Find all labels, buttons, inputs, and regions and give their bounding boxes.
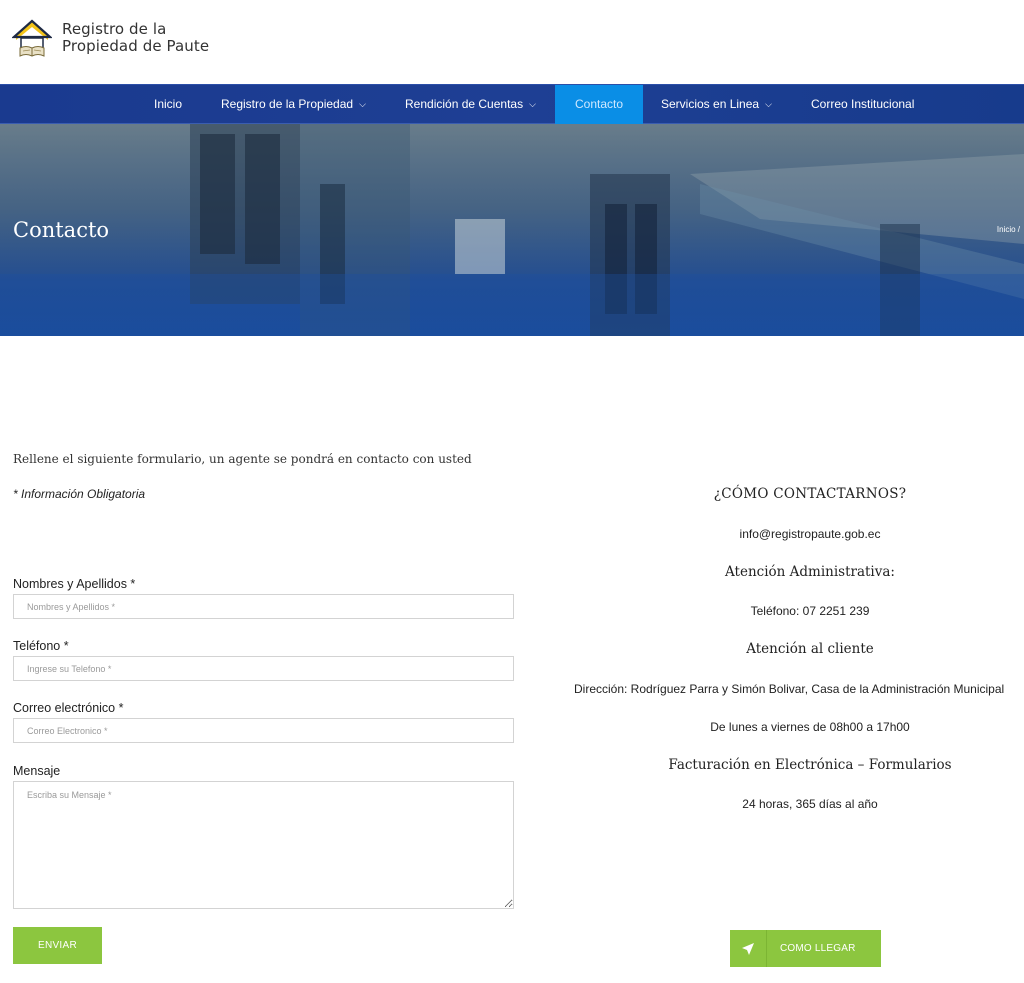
- breadcrumb[interactable]: Inicio /: [997, 225, 1020, 234]
- chevron-down-icon: ⌵: [529, 99, 536, 109]
- directions-button[interactable]: COMO LLEGAR: [730, 930, 881, 967]
- nav-item-label: Correo Institucional: [811, 97, 915, 111]
- nav-item-rendicion[interactable]: Rendición de Cuentas ⌵: [405, 85, 536, 124]
- phone-label: Teléfono *: [13, 639, 69, 653]
- name-input[interactable]: [13, 594, 514, 619]
- contact-email[interactable]: info@registropaute.gob.ec: [560, 527, 1024, 541]
- nav-item-label: Servicios en Linea: [661, 97, 760, 111]
- required-note: * Información Obligatoria: [13, 487, 146, 501]
- nav-item-label: Contacto: [575, 97, 624, 111]
- contact-address: Dirección: Rodríguez Parra y Simón Boliv…: [574, 682, 1005, 696]
- site-brand-name[interactable]: Registro de la Propiedad de Paute: [62, 21, 209, 55]
- nav-item-label: Registro de la Propiedad: [221, 97, 354, 111]
- nav-item-label: Rendición de Cuentas: [405, 97, 524, 111]
- location-arrow-icon: [730, 930, 767, 967]
- billing-hours: 24 horas, 365 días al año: [742, 797, 878, 811]
- admin-title: Atención Administrativa:: [725, 564, 895, 580]
- name-label: Nombres y Apellidos *: [13, 577, 136, 591]
- directions-button-label: COMO LLEGAR: [780, 943, 856, 954]
- page-title: Contacto: [13, 218, 110, 242]
- send-button[interactable]: ENVIAR: [13, 927, 102, 964]
- nav-item-servicios[interactable]: Servicios en Linea ⌵: [661, 85, 772, 124]
- message-textarea[interactable]: [13, 781, 514, 909]
- form-intro: Rellene el siguiente formulario, un agen…: [13, 452, 472, 466]
- nav-item-registro[interactable]: Registro de la Propiedad ⌵: [221, 85, 366, 124]
- brand-line-1: Registro de la: [62, 20, 167, 38]
- email-label: Correo electrónico *: [13, 701, 124, 715]
- message-label: Mensaje: [13, 764, 61, 778]
- contact-hours: De lunes a viernes de 08h00 a 17h00: [710, 720, 910, 734]
- nav-item-inicio[interactable]: Inicio: [154, 85, 182, 124]
- main-navigation: Inicio Registro de la Propiedad ⌵ Rendici…: [0, 84, 1024, 124]
- brand-line-2: Propiedad de Paute: [62, 37, 210, 55]
- phone-input[interactable]: [13, 656, 514, 681]
- chevron-down-icon: ⌵: [359, 99, 366, 109]
- chevron-down-icon: ⌵: [765, 99, 772, 109]
- contact-heading: ¿CÓMO CONTACTARNOS?: [713, 486, 907, 502]
- nav-item-label: Inicio: [154, 97, 183, 111]
- email-input[interactable]: [13, 718, 514, 743]
- client-title: Atención al cliente: [746, 641, 874, 657]
- site-header: Registro de la Propiedad de Paute: [0, 0, 1024, 84]
- contact-phone: Teléfono: 07 2251 239: [750, 604, 870, 618]
- site-logo-icon[interactable]: [11, 18, 53, 60]
- page-banner: Contacto Inicio /: [0, 124, 1024, 336]
- banner-building-image: [0, 124, 1024, 336]
- billing-title[interactable]: Facturación en Electrónica – Formularios: [560, 757, 1024, 773]
- nav-item-contacto[interactable]: Contacto: [555, 85, 644, 124]
- nav-item-correo[interactable]: Correo Institucional: [811, 85, 914, 124]
